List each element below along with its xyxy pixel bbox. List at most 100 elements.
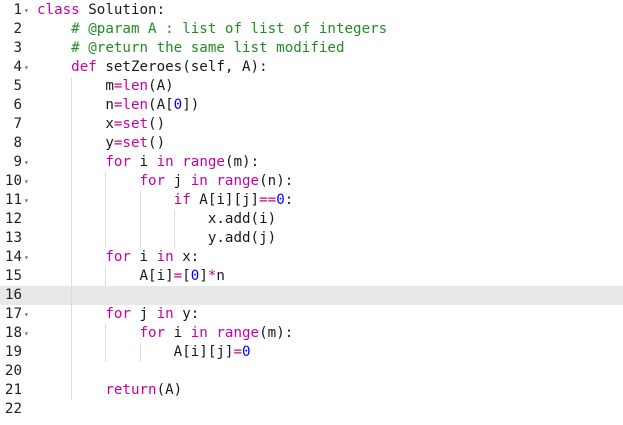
code-text: # @param A : list of list of integers bbox=[37, 20, 387, 39]
code-token: for bbox=[105, 306, 131, 322]
code-line[interactable]: 21 return(A) bbox=[0, 381, 623, 400]
code-token: for bbox=[139, 325, 166, 341]
code-line[interactable]: 5 m=len(A) bbox=[0, 77, 623, 96]
code-token: for bbox=[105, 154, 131, 170]
code-token: 0 bbox=[276, 192, 285, 208]
fold-toggle-icon[interactable]: ▾ bbox=[24, 58, 34, 77]
line-number: 10 bbox=[4, 173, 22, 189]
fold-toggle-icon[interactable]: ▾ bbox=[24, 153, 34, 172]
line-number: 20 bbox=[4, 363, 22, 379]
code-line[interactable]: 15 A[i]=[0]*n bbox=[0, 267, 623, 286]
code-line[interactable]: 2 # @param A : list of list of integers bbox=[0, 20, 623, 39]
fold-toggle-icon[interactable]: ▾ bbox=[24, 248, 34, 267]
code-text: for i in x: bbox=[37, 248, 199, 267]
code-editor[interactable]: 1 ▾ class Solution: 2 # @param A : list of … bbox=[0, 0, 623, 425]
code-token: j bbox=[130, 306, 157, 322]
code-token: (n): bbox=[259, 173, 294, 189]
code-text: m=len(A) bbox=[37, 77, 174, 96]
fold-toggle-icon[interactable]: ▾ bbox=[24, 305, 34, 324]
code-text: if A[i][j]==0: bbox=[37, 191, 294, 210]
indent-guide bbox=[105, 267, 106, 286]
indent-guide bbox=[140, 343, 141, 362]
code-line[interactable]: 6 n=len(A[0]) bbox=[0, 96, 623, 115]
code-line[interactable]: 19 A[i][j]=0 bbox=[0, 343, 623, 362]
line-number: 3 bbox=[13, 40, 22, 56]
fold-toggle-icon[interactable]: ▾ bbox=[24, 172, 34, 191]
code-line[interactable]: 22 bbox=[0, 400, 623, 419]
code-line[interactable]: 8 y=set() bbox=[0, 134, 623, 153]
line-number: 14 bbox=[4, 249, 22, 265]
code-token: x: bbox=[173, 249, 200, 265]
code-token: in bbox=[156, 249, 174, 265]
code-token: (m): bbox=[224, 154, 260, 170]
indent-guide bbox=[174, 210, 175, 248]
code-token: y.add(j) bbox=[37, 230, 277, 246]
code-token: i bbox=[130, 154, 157, 170]
code-token: x bbox=[37, 116, 114, 132]
code-line[interactable]: 11 ▾ if A[i][j]==0: bbox=[0, 191, 623, 210]
line-number: 19 bbox=[4, 344, 22, 360]
code-text: x.add(i) bbox=[37, 210, 276, 229]
code-line[interactable]: 16 bbox=[0, 286, 623, 305]
code-line[interactable]: 14 ▾ for i in x: bbox=[0, 248, 623, 267]
code-token: [ bbox=[182, 268, 191, 284]
code-token: if bbox=[173, 192, 191, 208]
code-token: () bbox=[148, 116, 166, 132]
code-token: m bbox=[37, 78, 114, 94]
code-token: i bbox=[165, 325, 191, 341]
code-token: (A) bbox=[148, 78, 174, 94]
code-line[interactable]: 3 # @return the same list modified bbox=[0, 39, 623, 58]
code-line[interactable]: 20 bbox=[0, 362, 623, 381]
code-token: A[i][j] bbox=[190, 192, 260, 208]
code-line[interactable]: 17 ▾ for j in y: bbox=[0, 305, 623, 324]
line-number: 18 bbox=[4, 325, 22, 341]
indent-guide bbox=[71, 77, 72, 400]
fold-toggle-icon[interactable]: ▾ bbox=[24, 324, 34, 343]
code-token: set bbox=[122, 116, 149, 132]
code-line[interactable]: 12 x.add(i) bbox=[0, 210, 623, 229]
code-token: ]) bbox=[182, 97, 200, 113]
code-token: = bbox=[173, 268, 183, 284]
code-token: : bbox=[284, 192, 294, 208]
code-text: A[i]=[0]*n bbox=[37, 267, 224, 286]
code-token: n bbox=[37, 97, 114, 113]
code-token: range bbox=[182, 154, 225, 170]
line-number: 5 bbox=[13, 78, 22, 94]
code-token: len bbox=[122, 78, 149, 94]
code-text: n=len(A[0]) bbox=[37, 96, 199, 115]
code-token: y: bbox=[173, 306, 200, 322]
fold-toggle-icon[interactable]: ▾ bbox=[24, 1, 34, 20]
line-number: 16 bbox=[4, 287, 22, 303]
code-token: def bbox=[71, 59, 97, 75]
line-number: 22 bbox=[4, 401, 22, 417]
code-line[interactable]: 10 ▾ for j in range(n): bbox=[0, 172, 623, 191]
code-token: (A) bbox=[156, 382, 183, 398]
code-line[interactable]: 1 ▾ class Solution: bbox=[0, 1, 623, 20]
code-token: set bbox=[122, 135, 149, 151]
code-token: in bbox=[156, 306, 174, 322]
indent-guide bbox=[105, 324, 106, 362]
fold-toggle-icon[interactable]: ▾ bbox=[24, 191, 34, 210]
line-number: 1 bbox=[13, 2, 22, 18]
code-token: # @return the same list modified bbox=[37, 40, 345, 56]
code-line[interactable]: 18 ▾ for i in range(m): bbox=[0, 324, 623, 343]
code-text: for j in range(n): bbox=[37, 172, 294, 191]
code-token: for bbox=[105, 249, 131, 265]
code-text: return(A) bbox=[37, 381, 182, 400]
code-text: x=set() bbox=[37, 115, 165, 134]
code-token: Solution: bbox=[79, 2, 166, 18]
code-token: in bbox=[190, 325, 208, 341]
code-line[interactable]: 13 y.add(j) bbox=[0, 229, 623, 248]
line-number: 15 bbox=[4, 268, 22, 284]
code-line[interactable]: 4 ▾ def setZeroes(self, A): bbox=[0, 58, 623, 77]
code-text: for j in y: bbox=[37, 305, 199, 324]
code-area[interactable]: 1 ▾ class Solution: 2 # @param A : list of … bbox=[0, 0, 623, 425]
code-line[interactable]: 9 ▾ for i in range(m): bbox=[0, 153, 623, 172]
code-token: 0 bbox=[173, 97, 183, 113]
code-token: j bbox=[165, 173, 191, 189]
code-token: y bbox=[37, 135, 114, 151]
code-line[interactable]: 7 x=set() bbox=[0, 115, 623, 134]
line-number: 12 bbox=[4, 211, 22, 227]
